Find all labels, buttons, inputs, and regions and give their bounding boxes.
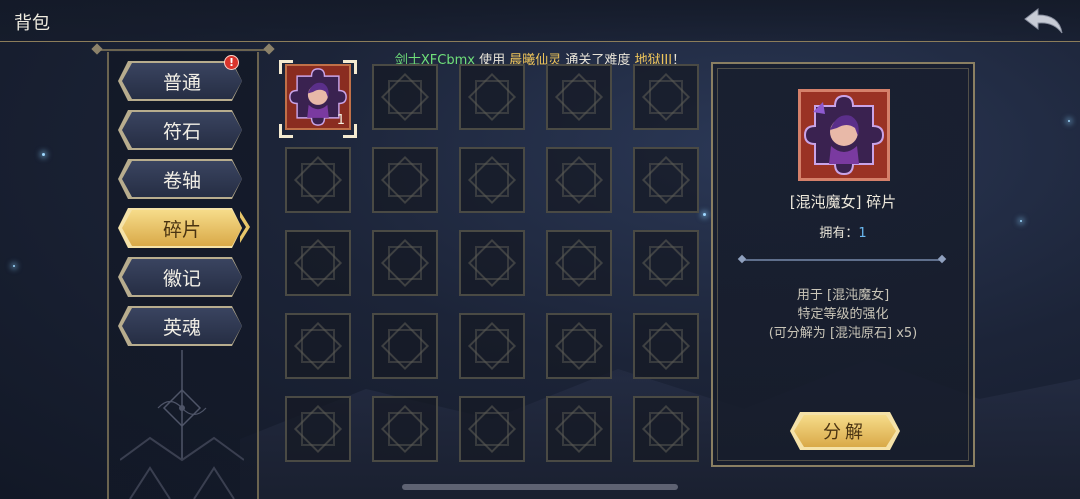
inventory-slot-empty[interactable] <box>546 147 612 213</box>
tab-runestone[interactable]: 符石 <box>122 112 242 148</box>
empty-slot-pattern-icon <box>562 80 596 114</box>
inventory-slot-empty[interactable] <box>459 64 525 130</box>
inventory-slot-empty[interactable] <box>285 396 351 462</box>
empty-slot-pattern-icon <box>649 80 683 114</box>
star-decoration <box>1020 220 1022 222</box>
star-decoration <box>13 265 15 267</box>
empty-slot-pattern-icon <box>562 163 596 197</box>
empty-slot-pattern-icon <box>301 412 335 446</box>
inventory-slot-empty[interactable] <box>633 64 699 130</box>
empty-slot-pattern-icon <box>562 412 596 446</box>
inventory-slot-empty[interactable] <box>372 147 438 213</box>
inventory-slot-empty[interactable] <box>633 396 699 462</box>
star-decoration <box>703 213 706 216</box>
empty-slot-pattern-icon <box>388 163 422 197</box>
star-decoration <box>1068 120 1070 122</box>
inventory-slot-empty[interactable] <box>372 230 438 296</box>
empty-slot-pattern-icon <box>388 412 422 446</box>
home-indicator <box>402 484 678 490</box>
inventory-slot-empty[interactable] <box>633 313 699 379</box>
tab-emblem[interactable]: 徽记 <box>122 259 242 295</box>
item-desc-line: (可分解为 [混沌原石] x5) <box>768 326 918 341</box>
inventory-slot-empty[interactable] <box>285 230 351 296</box>
empty-slot-pattern-icon <box>475 163 509 197</box>
inventory-slot-empty[interactable] <box>285 147 351 213</box>
empty-slot-pattern-icon <box>562 329 596 363</box>
inventory-slot-empty[interactable] <box>372 396 438 462</box>
inventory-slot-empty[interactable] <box>633 147 699 213</box>
inventory-slot-empty[interactable] <box>459 313 525 379</box>
detail-divider <box>742 259 942 261</box>
inventory-slot-empty[interactable] <box>372 313 438 379</box>
inventory-slot-empty[interactable] <box>546 230 612 296</box>
inventory-slot-empty[interactable] <box>372 64 438 130</box>
panel-ornament-icon <box>120 350 244 499</box>
page-title: 背包 <box>14 13 50 34</box>
empty-slot-pattern-icon <box>301 329 335 363</box>
item-desc-line: 特定等级的强化 <box>797 307 889 322</box>
decompose-button[interactable]: 分解 <box>794 415 896 447</box>
tab-scroll[interactable]: 卷轴 <box>122 161 242 197</box>
item-desc-line: 用于 [混沌魔女] <box>796 288 890 303</box>
star-decoration <box>42 153 45 156</box>
empty-slot-pattern-icon <box>649 163 683 197</box>
item-count: 1 <box>336 113 345 128</box>
empty-slot-pattern-icon <box>301 163 335 197</box>
inventory-slot-empty[interactable] <box>546 64 612 130</box>
empty-slot-pattern-icon <box>388 246 422 280</box>
empty-slot-pattern-icon <box>475 80 509 114</box>
inventory-slot-empty[interactable] <box>459 230 525 296</box>
tab-soul[interactable]: 英魂 <box>122 308 242 344</box>
empty-slot-pattern-icon <box>649 329 683 363</box>
inventory-slot-empty[interactable] <box>285 313 351 379</box>
top-bar: 背包 <box>0 0 1080 42</box>
item-own-count: 拥有：1 <box>711 222 975 241</box>
own-count-value: 1 <box>858 226 867 241</box>
alert-badge: ! <box>224 55 239 70</box>
inventory-slot-empty[interactable] <box>546 313 612 379</box>
back-arrow-icon <box>1024 7 1063 34</box>
empty-slot-pattern-icon <box>475 412 509 446</box>
inventory-slot-empty[interactable] <box>633 230 699 296</box>
empty-slot-pattern-icon <box>475 329 509 363</box>
inventory-slot-empty[interactable] <box>546 396 612 462</box>
empty-slot-pattern-icon <box>475 246 509 280</box>
item-detail-name: [混沌魔女] 碎片 <box>789 193 897 211</box>
empty-slot-pattern-icon <box>562 246 596 280</box>
puzzle-fragment-icon <box>803 94 885 176</box>
empty-slot-pattern-icon <box>301 246 335 280</box>
tab-normal[interactable]: 普通 <box>122 63 242 99</box>
empty-slot-pattern-icon <box>388 80 422 114</box>
inventory-slot-empty[interactable] <box>459 147 525 213</box>
tab-fragment[interactable]: 碎片 <box>122 210 242 246</box>
empty-slot-pattern-icon <box>649 412 683 446</box>
empty-slot-pattern-icon <box>388 329 422 363</box>
back-button[interactable] <box>1022 6 1066 36</box>
inventory-slot-filled[interactable]: 1 <box>285 64 351 130</box>
empty-slot-pattern-icon <box>649 246 683 280</box>
own-label: 拥有： <box>819 226 859 241</box>
inventory-slot-empty[interactable] <box>459 396 525 462</box>
item-detail-icon-frame <box>798 89 890 181</box>
